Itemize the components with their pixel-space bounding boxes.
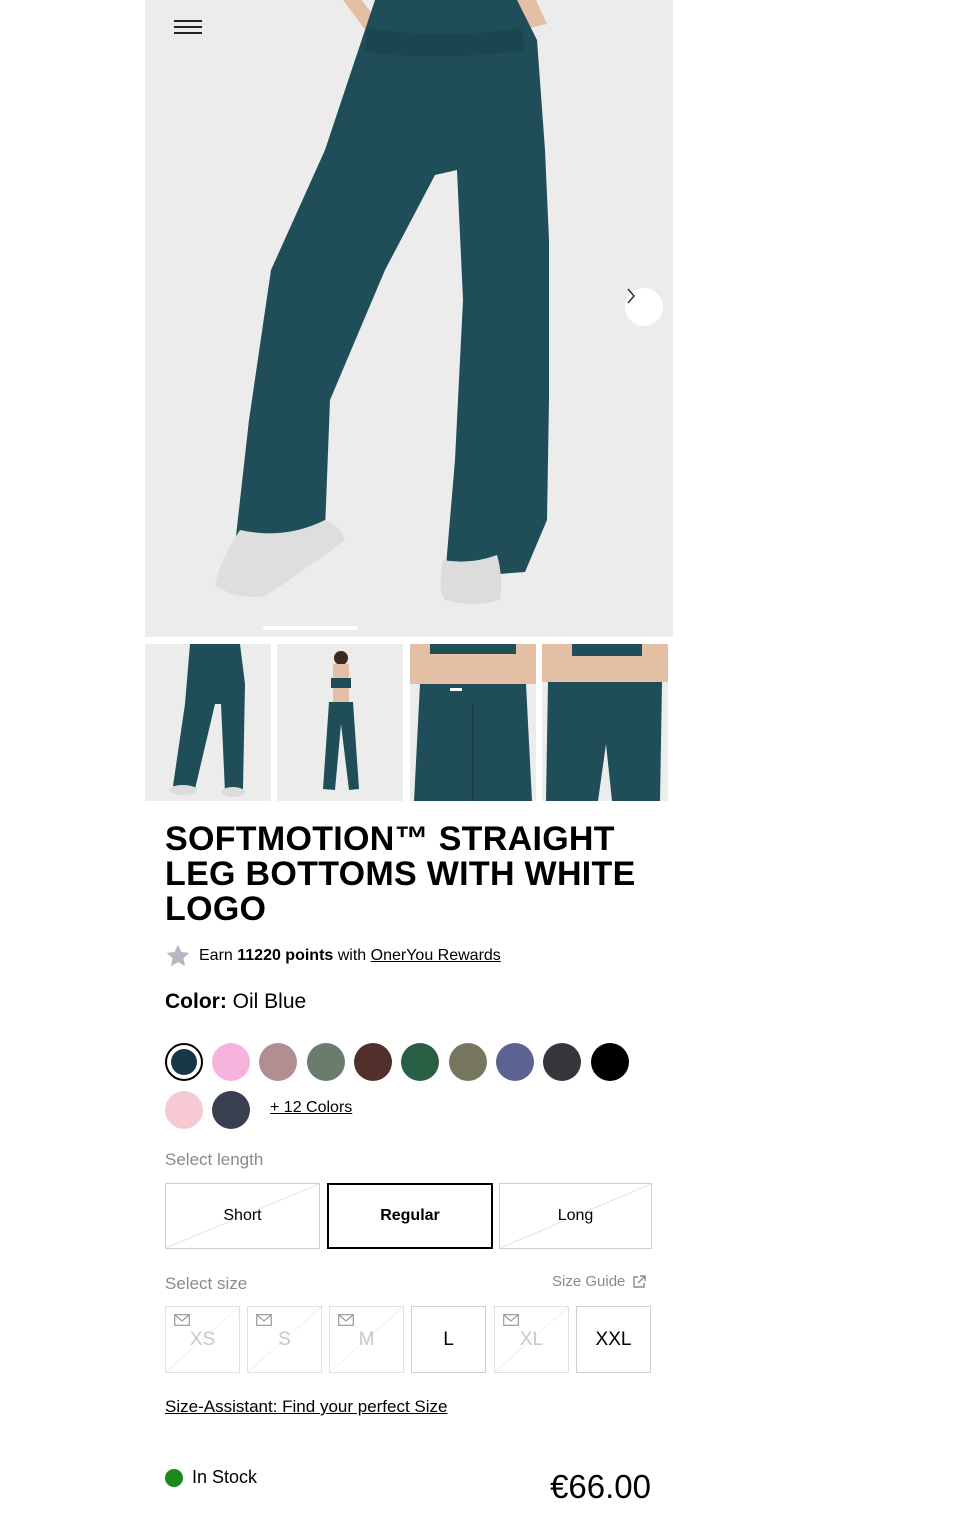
mail-icon — [256, 1314, 272, 1326]
rewards-middle: with — [337, 947, 367, 964]
thumbnail-2[interactable] — [277, 644, 403, 801]
stock-label: In Stock — [192, 1467, 258, 1487]
size-m-label: M — [358, 1328, 375, 1350]
swatch-oil-blue[interactable] — [165, 1043, 203, 1081]
thumbnail-4[interactable] — [542, 644, 668, 801]
mail-icon — [503, 1314, 519, 1326]
chevron-right-icon[interactable] — [625, 288, 663, 326]
star-icon — [166, 944, 190, 967]
length-long-button[interactable]: Long — [499, 1183, 652, 1249]
product-main-image[interactable] — [145, 0, 673, 637]
size-m-button[interactable]: M — [329, 1306, 404, 1373]
size-guide-link[interactable]: Size Guide — [552, 1273, 647, 1290]
size-guide-label: Size Guide — [552, 1273, 626, 1290]
more-colors-link[interactable]: + 12 Colors — [270, 1099, 352, 1117]
size-xxl-label: XXL — [595, 1328, 632, 1350]
color-swatches: + 12 Colors — [165, 1043, 645, 1133]
size-l-button[interactable]: L — [411, 1306, 486, 1373]
color-swatch[interactable] — [449, 1043, 487, 1081]
length-short-button[interactable]: Short — [165, 1183, 320, 1249]
color-swatch[interactable] — [259, 1043, 297, 1081]
stock-indicator-dot — [165, 1468, 183, 1487]
stock-status: In Stock — [165, 1467, 257, 1488]
size-s-button[interactable]: S — [247, 1306, 322, 1373]
thumbnail-1[interactable] — [145, 644, 271, 801]
mail-icon — [174, 1314, 190, 1326]
external-link-icon — [633, 1274, 647, 1288]
rewards-prefix: Earn — [199, 947, 233, 964]
size-xs-button[interactable]: XS — [165, 1306, 240, 1373]
length-label: Select length — [165, 1150, 264, 1169]
size-assistant-link[interactable]: Size-Assistant: Find your perfect Size — [165, 1397, 448, 1417]
size-l-label: L — [443, 1328, 454, 1350]
size-xl-button[interactable]: XL — [494, 1306, 569, 1373]
color-swatch[interactable] — [165, 1091, 203, 1129]
color-swatch[interactable] — [543, 1043, 581, 1081]
length-regular-button[interactable]: Regular — [327, 1183, 493, 1249]
color-swatch[interactable] — [307, 1043, 345, 1081]
length-regular-label: Regular — [380, 1207, 440, 1224]
hamburger-icon[interactable] — [174, 18, 202, 36]
color-label: Color: — [165, 990, 227, 1013]
size-xxl-button[interactable]: XXL — [576, 1306, 651, 1373]
carousel-progress-indicator — [263, 626, 358, 630]
rewards-link[interactable]: OnerYou Rewards — [371, 947, 501, 964]
product-page: SOFTMOTION™ STRAIGHT LEG BOTTOMS WITH WH… — [145, 0, 673, 1521]
product-title: SOFTMOTION™ STRAIGHT LEG BOTTOMS WITH WH… — [165, 820, 636, 928]
length-short-label: Short — [223, 1207, 262, 1224]
color-line: Color: Oil Blue — [165, 990, 306, 1014]
length-long-label: Long — [557, 1207, 594, 1224]
color-swatch[interactable] — [212, 1043, 250, 1081]
rewards-points: 11220 points — [237, 947, 334, 964]
color-swatch[interactable] — [354, 1043, 392, 1081]
color-swatch[interactable] — [401, 1043, 439, 1081]
size-xl-label: XL — [519, 1328, 544, 1350]
color-value: Oil Blue — [232, 990, 307, 1013]
size-xs-label: XS — [189, 1328, 216, 1350]
size-label: Select size — [165, 1274, 248, 1293]
pants-illustration — [145, 0, 673, 637]
thumbnail-3[interactable] — [410, 644, 536, 801]
color-swatch[interactable] — [212, 1091, 250, 1129]
thumbnail-strip — [145, 644, 673, 801]
color-swatch[interactable] — [496, 1043, 534, 1081]
rewards-row: Earn 11220 points with OnerYou Rewards — [165, 942, 501, 970]
size-s-label: S — [278, 1328, 291, 1350]
color-swatch[interactable] — [591, 1043, 629, 1081]
mail-icon — [338, 1314, 354, 1326]
price: €66.00 — [550, 1468, 651, 1505]
